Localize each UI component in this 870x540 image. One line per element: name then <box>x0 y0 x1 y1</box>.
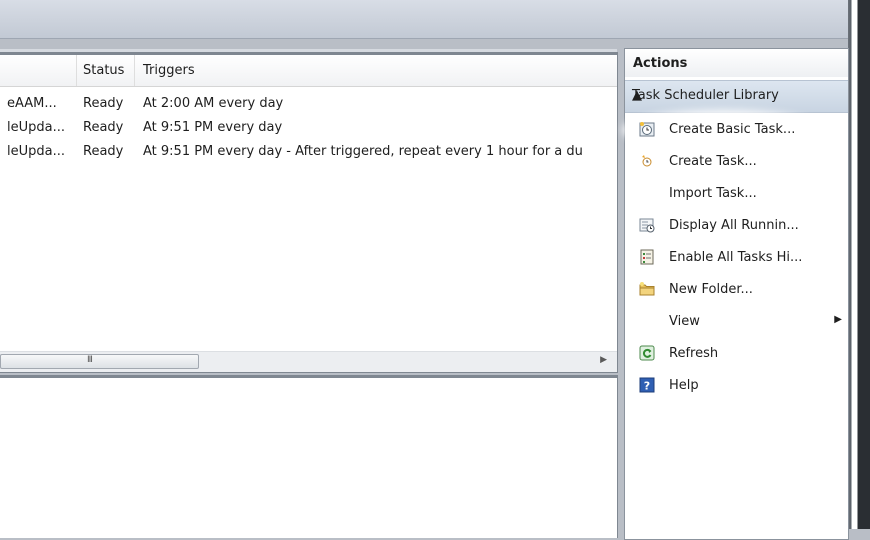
task-trigger: At 2:00 AM every day <box>143 96 284 111</box>
column-header-triggers[interactable]: Triggers <box>143 63 195 78</box>
action-view[interactable]: View ▶ <box>625 306 848 338</box>
table-row[interactable]: leUpda... Ready At 9:51 PM every day <box>0 116 617 140</box>
refresh-icon <box>639 345 655 361</box>
task-list-pane: Status Triggers eAAM... Ready At 2:00 AM… <box>0 49 618 373</box>
action-display-running-tasks[interactable]: Display All Runnin... <box>625 210 848 242</box>
action-create-basic-task[interactable]: Create Basic Task... <box>625 114 848 146</box>
create-basic-task-icon <box>639 121 655 137</box>
scroll-right-arrow-icon[interactable]: ▶ <box>600 355 607 365</box>
submenu-arrow-icon: ▶ <box>834 314 842 325</box>
task-details-pane <box>0 375 618 538</box>
column-header-status[interactable]: Status <box>83 63 124 78</box>
action-help[interactable]: ? Help <box>625 370 848 402</box>
collapse-arrow-icon[interactable]: ▲ <box>632 88 836 103</box>
task-name: leUpda... <box>7 144 65 159</box>
action-label: New Folder... <box>669 282 753 297</box>
create-task-icon <box>639 153 655 169</box>
scrollbar-thumb[interactable]: III <box>0 354 199 369</box>
task-trigger: At 9:51 PM every day <box>143 120 283 135</box>
action-label: Import Task... <box>669 186 757 201</box>
svg-text:?: ? <box>644 380 650 393</box>
horizontal-scrollbar[interactable]: III ▶ <box>0 351 617 372</box>
enable-history-icon <box>639 249 655 265</box>
action-label: Display All Runnin... <box>669 218 799 233</box>
action-label: Enable All Tasks Hi... <box>669 250 803 265</box>
column-header-row: Status Triggers <box>0 55 617 87</box>
task-status: Ready <box>83 120 124 135</box>
action-label: View <box>669 314 700 329</box>
help-icon: ? <box>639 377 655 393</box>
task-scheduler-library-section[interactable]: Task Scheduler Library ▲ <box>625 80 848 113</box>
actions-title: Actions <box>633 56 688 71</box>
task-trigger: At 9:51 PM every day - After triggered, … <box>143 144 583 159</box>
task-name: eAAM... <box>7 96 57 111</box>
actions-title-bar: Actions <box>625 49 848 77</box>
action-label: Create Task... <box>669 154 757 169</box>
display-running-tasks-icon <box>639 217 655 233</box>
window-frame-edge <box>848 0 870 529</box>
action-refresh[interactable]: Refresh <box>625 338 848 370</box>
action-new-folder[interactable]: New Folder... <box>625 274 848 306</box>
action-label: Help <box>669 378 699 393</box>
action-label: Refresh <box>669 346 719 361</box>
column-separator[interactable] <box>76 55 77 86</box>
action-import-task[interactable]: Import Task... <box>625 178 848 210</box>
task-status: Ready <box>83 144 124 159</box>
actions-pane: Actions Task Scheduler Library ▲ Create … <box>624 48 849 540</box>
toolbar <box>0 0 848 39</box>
task-name: leUpda... <box>7 120 65 135</box>
action-label: Create Basic Task... <box>669 122 796 137</box>
action-enable-all-tasks-history[interactable]: Enable All Tasks Hi... <box>625 242 848 274</box>
table-row[interactable]: eAAM... Ready At 2:00 AM every day <box>0 92 617 116</box>
action-create-task[interactable]: Create Task... <box>625 146 848 178</box>
column-separator[interactable] <box>134 55 135 86</box>
scrollbar-grip: III <box>87 355 93 365</box>
task-status: Ready <box>83 96 124 111</box>
folder-icon <box>639 281 655 297</box>
table-row[interactable]: leUpda... Ready At 9:51 PM every day - A… <box>0 140 617 164</box>
